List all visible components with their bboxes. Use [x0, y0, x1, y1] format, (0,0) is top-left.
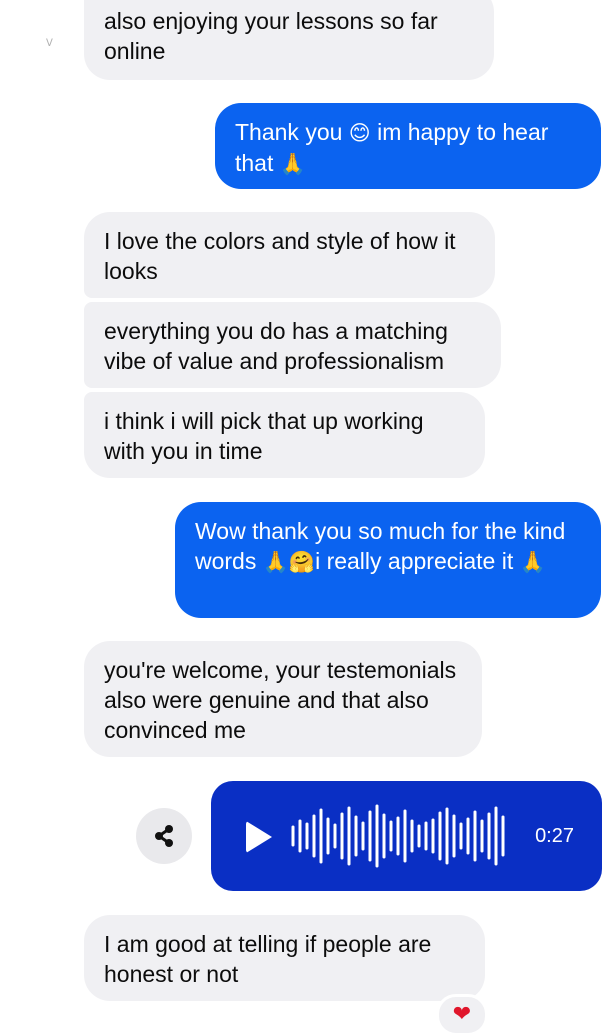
message-text: you're welcome, your testemonials also w…: [104, 657, 457, 743]
praying-hands-emoji-icon: 🙏: [262, 550, 289, 574]
message-text: also enjoying your lessons so far online: [104, 8, 438, 64]
play-icon[interactable]: [246, 821, 272, 853]
message-text-part: i really appreciate it: [315, 548, 520, 574]
praying-hands-emoji-icon: 🙏: [519, 550, 546, 574]
smiling-emoji-icon: 😊: [348, 121, 371, 145]
voice-duration: 0:27: [535, 825, 574, 847]
message-outgoing[interactable]: Wow thank you so much for the kind words…: [175, 502, 601, 618]
message-incoming[interactable]: everything you do has a matching vibe of…: [84, 302, 501, 388]
message-incoming[interactable]: you're welcome, your testemonials also w…: [84, 641, 482, 757]
message-incoming[interactable]: also enjoying your lessons so far online: [84, 0, 494, 80]
hugging-emoji-icon: 🤗: [288, 550, 316, 574]
message-incoming[interactable]: i think i will pick that up working with…: [84, 392, 485, 478]
share-icon: [155, 825, 173, 847]
heart-reaction-icon[interactable]: ❤: [436, 994, 488, 1036]
share-button[interactable]: [136, 808, 192, 864]
message-text-part: Thank you: [235, 119, 349, 145]
message-incoming[interactable]: I am good at telling if people are hones…: [84, 915, 485, 1001]
message-text: i think i will pick that up working with…: [104, 408, 424, 464]
praying-hands-emoji-icon: 🙏: [279, 152, 306, 176]
waveform[interactable]: [289, 801, 509, 871]
reaction-emoji: ❤: [452, 1001, 472, 1026]
voice-message[interactable]: 0:27: [211, 781, 602, 891]
message-text: everything you do has a matching vibe of…: [104, 318, 448, 374]
message-incoming[interactable]: I love the colors and style of how it lo…: [84, 212, 495, 298]
corner-mark: ᐯ: [46, 38, 53, 49]
message-text: I am good at telling if people are hones…: [104, 931, 432, 987]
message-outgoing[interactable]: Thank you 😊 im happy to hear that 🙏: [215, 103, 601, 189]
message-text: I love the colors and style of how it lo…: [104, 228, 456, 284]
